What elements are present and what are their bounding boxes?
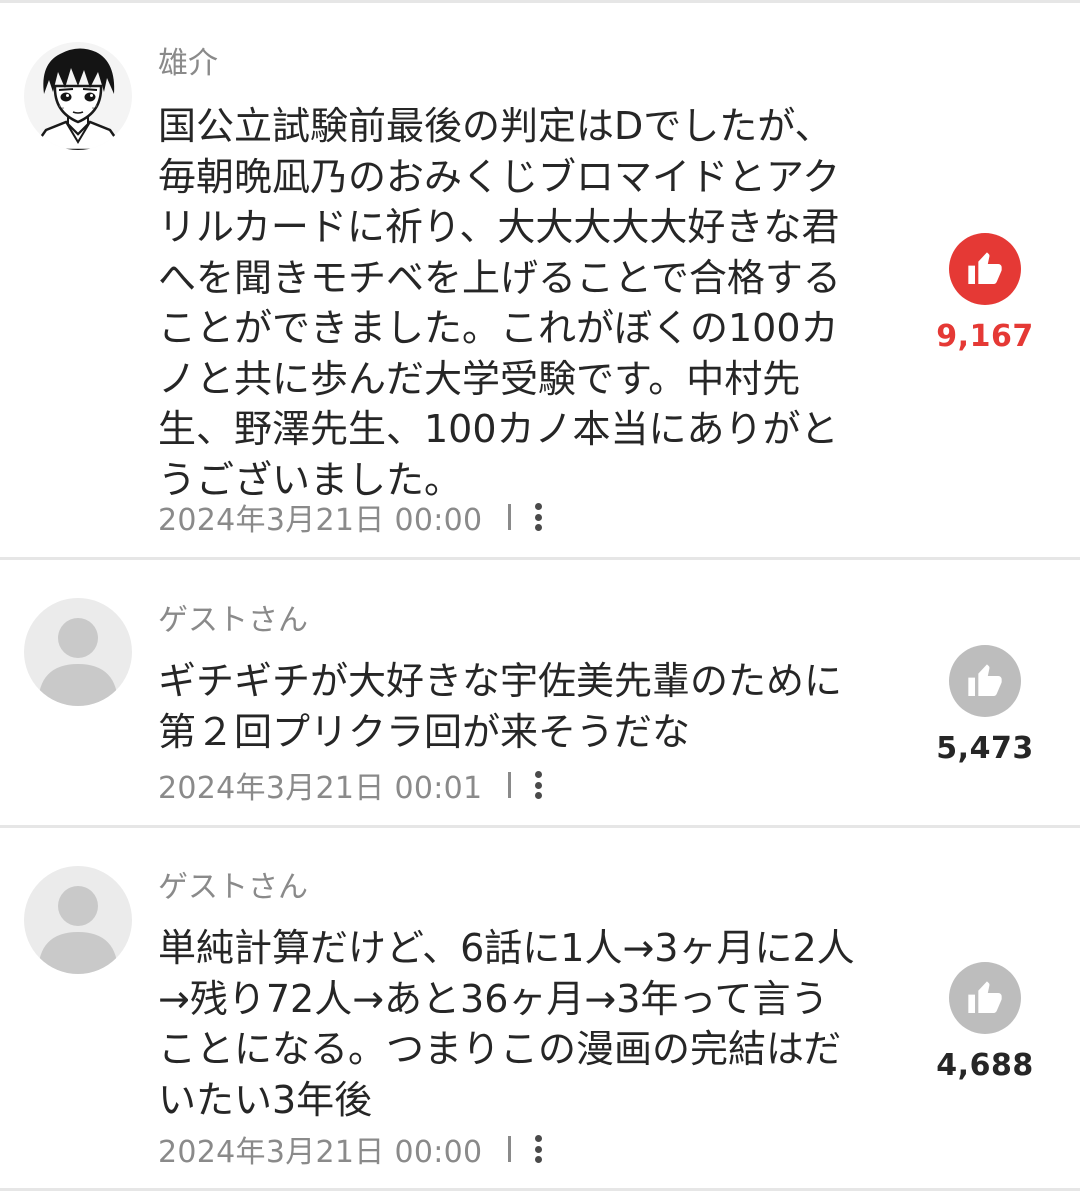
like-button[interactable] <box>949 233 1021 305</box>
more-options-icon[interactable] <box>535 1135 543 1163</box>
comment-author: 雄介 <box>158 46 218 81</box>
comment-text: ギチギチが大好きな宇佐美先輩のために 第２回プリクラ回が来そうだな <box>158 659 843 754</box>
comment-author: ゲストさん <box>158 603 308 638</box>
like-control: 4,688 <box>930 962 1040 1086</box>
comment-meta: 2024年3月21日 00:01 <box>158 765 543 806</box>
comment-item: ゲストさん 単純計算だけど、6話に1人→3ヶ月に2人 →残り72人→あと36ヶ月… <box>0 828 1080 1191</box>
meta-separator <box>508 772 512 798</box>
avatar[interactable] <box>24 866 132 974</box>
like-button[interactable] <box>949 645 1021 717</box>
comment-timestamp: 2024年3月21日 00:00 <box>158 503 483 538</box>
avatar[interactable] <box>24 598 132 706</box>
like-count: 5,473 <box>936 731 1034 766</box>
like-control: 5,473 <box>930 645 1040 769</box>
manga-character-avatar-icon <box>24 42 132 150</box>
comment-text: 国公立試験前最後の判定はDでしたが、 毎朝晩凪乃のおみくじブロマイドとアク リル… <box>158 104 841 502</box>
thumbs-up-icon <box>968 981 1002 1013</box>
meta-separator <box>508 504 512 530</box>
comment-item: ゲストさん ギチギチが大好きな宇佐美先輩のために 第２回プリクラ回が来そうだな … <box>0 560 1080 826</box>
thumbs-up-icon <box>968 252 1002 284</box>
comment-timestamp: 2024年3月21日 00:01 <box>158 771 483 806</box>
comment-meta: 2024年3月21日 00:00 <box>158 1129 543 1170</box>
like-count: 9,167 <box>936 319 1034 354</box>
more-options-icon[interactable] <box>535 771 543 799</box>
like-button[interactable] <box>949 962 1021 1034</box>
comment-author: ゲストさん <box>158 870 308 905</box>
comment-item: 雄介 国公立試験前最後の判定はDでしたが、 毎朝晩凪乃のおみくじブロマイドとアク… <box>0 0 1080 558</box>
comment-feed: 雄介 国公立試験前最後の判定はDでしたが、 毎朝晩凪乃のおみくじブロマイドとアク… <box>0 0 1080 1191</box>
default-user-avatar-icon <box>24 866 132 974</box>
meta-separator <box>508 1136 512 1162</box>
default-user-avatar-icon <box>24 598 132 706</box>
comment-meta: 2024年3月21日 00:00 <box>158 497 543 538</box>
like-count: 4,688 <box>936 1048 1034 1083</box>
comment-timestamp: 2024年3月21日 00:00 <box>158 1135 483 1170</box>
like-control: 9,167 <box>930 233 1040 357</box>
avatar[interactable] <box>24 42 132 150</box>
thumbs-up-icon <box>968 664 1002 696</box>
more-options-icon[interactable] <box>535 503 543 531</box>
comment-text: 単純計算だけど、6話に1人→3ヶ月に2人 →残り72人→あと36ヶ月→3年って言… <box>158 926 855 1122</box>
